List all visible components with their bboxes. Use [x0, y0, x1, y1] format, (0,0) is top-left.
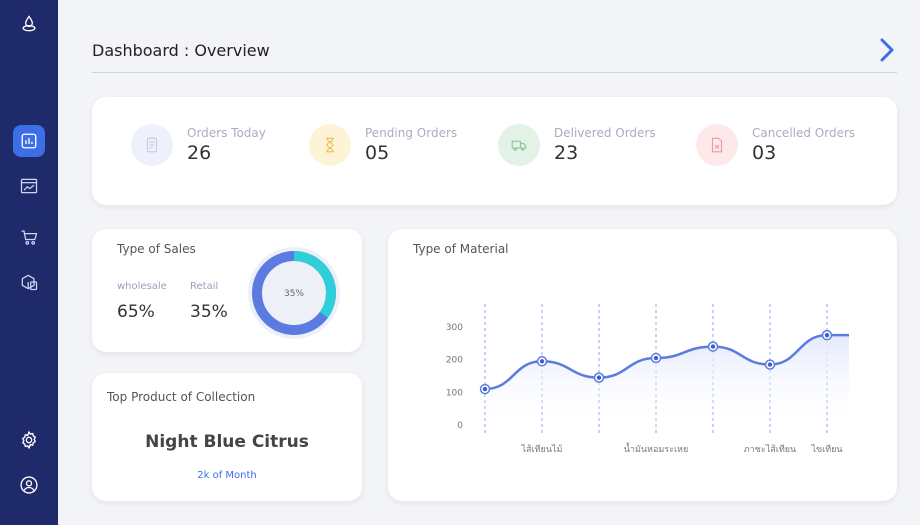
data-point-dot [482, 386, 488, 392]
profile-icon[interactable] [17, 473, 41, 497]
sidebar [0, 0, 58, 525]
y-tick-label: 0 [457, 421, 463, 431]
stat-orders-today[interactable]: Orders Today 26 [131, 124, 266, 166]
y-tick-label: 200 [446, 356, 463, 366]
data-point-dot [596, 375, 602, 380]
retail-value: 35% [190, 302, 228, 322]
stat-pending-orders[interactable]: Pending Orders 05 [309, 124, 457, 166]
settings-icon[interactable] [17, 428, 41, 452]
top-product-name: Night Blue Citrus [145, 432, 309, 452]
truck-icon [498, 124, 540, 166]
page-title: Dashboard : Overview [92, 41, 270, 60]
chevron-right-icon[interactable] [874, 36, 898, 64]
reports-nav-icon[interactable] [17, 174, 41, 198]
x-tick-label: ภาชะไส้เทียน [744, 444, 796, 455]
wholesale-value: 65% [117, 302, 155, 322]
donut-label: 35% [284, 289, 304, 299]
stat-label: Cancelled Orders [752, 126, 856, 140]
stat-value: 26 [187, 142, 212, 164]
stat-value: 03 [752, 142, 777, 164]
stat-value: 05 [365, 142, 390, 164]
retail-label: Retail [190, 281, 219, 292]
stat-label: Orders Today [187, 126, 266, 140]
data-point-dot [824, 332, 830, 338]
top-product-sub[interactable]: 2k of Month [92, 470, 362, 481]
data-point-dot [710, 344, 716, 349]
material-chart: 0 100 200 300 ไส้เทียนไม้ น้ำมันหอมระเหย ภาชะไ… [446, 304, 849, 455]
hourglass-icon [309, 124, 351, 166]
y-tick-label: 100 [446, 388, 463, 398]
dashboard-nav-icon[interactable] [13, 125, 45, 157]
sales-donut-chart: 35% [248, 247, 340, 339]
inventory-nav-icon[interactable] [17, 270, 41, 294]
data-point-dot [539, 359, 545, 364]
cart-nav-icon[interactable] [17, 225, 41, 249]
logo-icon[interactable] [17, 12, 41, 36]
y-tick-label: 300 [446, 323, 463, 333]
wholesale-label: wholesale [117, 281, 167, 292]
x-tick-label: น้ำมันหอมระเหย [624, 442, 689, 455]
stat-label: Delivered Orders [554, 126, 656, 140]
stat-value: 23 [554, 142, 579, 164]
x-tick-label: ไส้เทียนไม้ [521, 444, 563, 455]
document-icon [131, 124, 173, 166]
stat-label: Pending Orders [365, 126, 458, 140]
data-point-dot [653, 355, 659, 361]
stat-delivered-orders[interactable]: Delivered Orders 23 [498, 124, 656, 166]
cancel-document-icon [696, 124, 738, 166]
top-product-title: Top Product of Collection [107, 390, 256, 404]
sales-title: Type of Sales [117, 242, 196, 256]
stat-cancelled-orders[interactable]: Cancelled Orders 03 [696, 124, 855, 166]
chart-area-fill [485, 335, 849, 429]
data-point-dot [767, 362, 773, 367]
title-divider [92, 72, 897, 73]
x-tick-label: ไขเทียน [810, 444, 842, 455]
